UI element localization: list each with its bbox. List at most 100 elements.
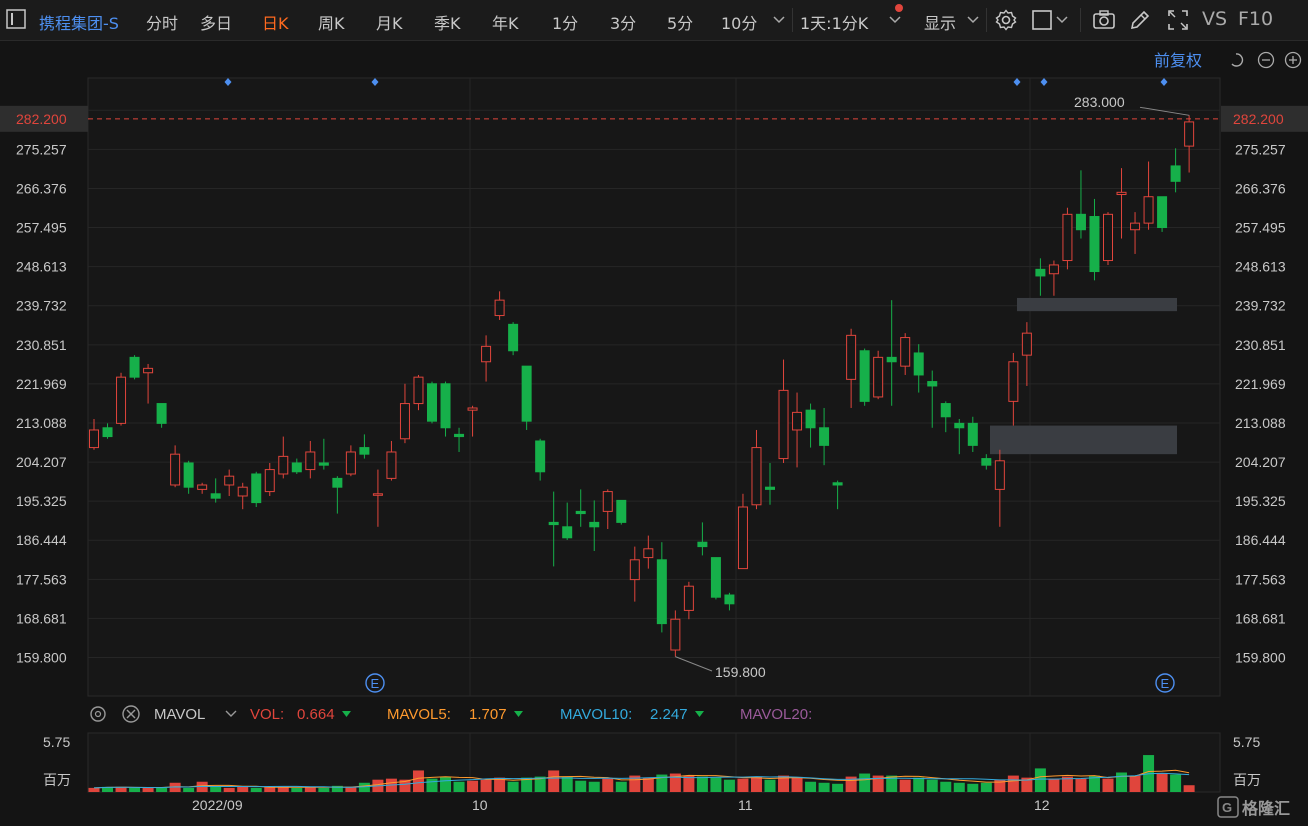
- volume-bar[interactable]: [440, 776, 452, 792]
- candle-body[interactable]: [399, 403, 410, 440]
- volume-bar[interactable]: [88, 787, 100, 792]
- candle-body[interactable]: [1157, 196, 1168, 229]
- candle-body[interactable]: [1143, 196, 1154, 224]
- candle-body[interactable]: [575, 510, 586, 515]
- candle-body[interactable]: [643, 548, 654, 559]
- candle-body[interactable]: [481, 345, 492, 363]
- candle-body[interactable]: [710, 557, 721, 598]
- volume-bar[interactable]: [642, 777, 654, 792]
- candle-body[interactable]: [1021, 332, 1032, 356]
- volume-bar[interactable]: [1170, 774, 1182, 792]
- candle-body[interactable]: [251, 473, 262, 504]
- candle-body[interactable]: [765, 486, 775, 490]
- volume-bar[interactable]: [453, 781, 465, 792]
- volume-bar[interactable]: [129, 787, 141, 792]
- candle-body[interactable]: [372, 493, 383, 496]
- candle-body[interactable]: [210, 493, 221, 499]
- candle-body[interactable]: [1035, 268, 1046, 277]
- candle-body[interactable]: [345, 451, 356, 475]
- indicator-chevron-down-icon[interactable]: [225, 710, 237, 717]
- volume-bar[interactable]: [818, 782, 830, 792]
- candle-body[interactable]: [1089, 216, 1100, 273]
- candle-body[interactable]: [386, 451, 397, 479]
- volume-bar[interactable]: [507, 781, 519, 792]
- volume-bar[interactable]: [1007, 775, 1019, 792]
- volume-bar[interactable]: [926, 779, 938, 792]
- candle-body[interactable]: [332, 477, 343, 488]
- candle-body[interactable]: [873, 356, 884, 398]
- candle-body[interactable]: [1103, 213, 1113, 262]
- volume-bar[interactable]: [480, 779, 492, 792]
- volume-bar[interactable]: [291, 787, 303, 792]
- candle-body[interactable]: [805, 409, 816, 429]
- volume-bar[interactable]: [1129, 775, 1141, 792]
- candle-body[interactable]: [562, 526, 573, 539]
- volume-bar[interactable]: [913, 777, 925, 792]
- volume-bar[interactable]: [737, 778, 749, 792]
- volume-bar[interactable]: [1156, 773, 1168, 792]
- volume-bar[interactable]: [696, 776, 708, 792]
- candle-body[interactable]: [670, 618, 681, 651]
- volume-bar[interactable]: [602, 778, 614, 792]
- volume-bar[interactable]: [1183, 785, 1195, 792]
- volume-bar[interactable]: [588, 781, 600, 792]
- volume-bar[interactable]: [156, 787, 168, 792]
- volume-bar[interactable]: [940, 781, 952, 792]
- volume-bar[interactable]: [967, 783, 979, 792]
- candle-body[interactable]: [521, 365, 532, 422]
- candle-body[interactable]: [467, 407, 478, 411]
- candle-body[interactable]: [913, 352, 924, 376]
- candle-body[interactable]: [102, 427, 113, 438]
- volume-bar[interactable]: [859, 773, 871, 792]
- volume-bar[interactable]: [1116, 772, 1128, 792]
- candle-body[interactable]: [683, 585, 694, 611]
- candle-body[interactable]: [535, 440, 546, 473]
- candle-body[interactable]: [778, 389, 789, 460]
- candle-body[interactable]: [751, 447, 762, 506]
- candle-body[interactable]: [156, 403, 167, 424]
- candle-body[interactable]: [616, 499, 627, 523]
- volume-bar[interactable]: [210, 786, 222, 792]
- candle-body[interactable]: [981, 458, 992, 466]
- candle-body[interactable]: [737, 506, 748, 570]
- candle-body[interactable]: [859, 350, 870, 402]
- candle-body[interactable]: [454, 433, 465, 438]
- volume-bar[interactable]: [805, 781, 817, 792]
- candle-body[interactable]: [927, 381, 938, 387]
- indicator-settings-icon[interactable]: [90, 706, 106, 722]
- candle-body[interactable]: [291, 462, 302, 473]
- candle-body[interactable]: [832, 482, 843, 486]
- candle-body[interactable]: [724, 594, 735, 605]
- candle-body[interactable]: [89, 429, 99, 449]
- candle-body[interactable]: [116, 376, 127, 424]
- reset-icon[interactable]: [1231, 53, 1244, 67]
- candle-body[interactable]: [413, 376, 424, 405]
- candle-body[interactable]: [1170, 165, 1181, 182]
- candle-body[interactable]: [1075, 213, 1086, 231]
- candle-body[interactable]: [886, 356, 897, 363]
- volume-bar[interactable]: [142, 787, 154, 792]
- candle-body[interactable]: [792, 411, 803, 431]
- volume-bar[interactable]: [1102, 778, 1114, 792]
- candle-body[interactable]: [224, 475, 235, 486]
- volume-bar[interactable]: [223, 787, 235, 792]
- volume-bar[interactable]: [467, 780, 479, 792]
- candle-body[interactable]: [183, 462, 194, 488]
- volume-bar[interactable]: [426, 778, 438, 792]
- candle-body[interactable]: [589, 521, 600, 528]
- candle-body[interactable]: [197, 484, 208, 490]
- volume-bar[interactable]: [561, 776, 573, 792]
- volume-bar[interactable]: [953, 782, 965, 792]
- candle-body[interactable]: [629, 559, 640, 581]
- candle-body[interactable]: [697, 541, 708, 548]
- volume-bar[interactable]: [764, 779, 776, 792]
- price-adjust-select[interactable]: 前复权: [1154, 51, 1202, 70]
- volume-bar[interactable]: [250, 787, 262, 792]
- candle-body[interactable]: [1184, 121, 1195, 147]
- candle-body[interactable]: [1130, 222, 1141, 231]
- candle-body[interactable]: [264, 469, 275, 493]
- volume-bar[interactable]: [1075, 778, 1087, 792]
- candle-body[interactable]: [900, 337, 911, 367]
- indicator-name[interactable]: MAVOL: [154, 706, 205, 723]
- volume-bar[interactable]: [980, 782, 992, 792]
